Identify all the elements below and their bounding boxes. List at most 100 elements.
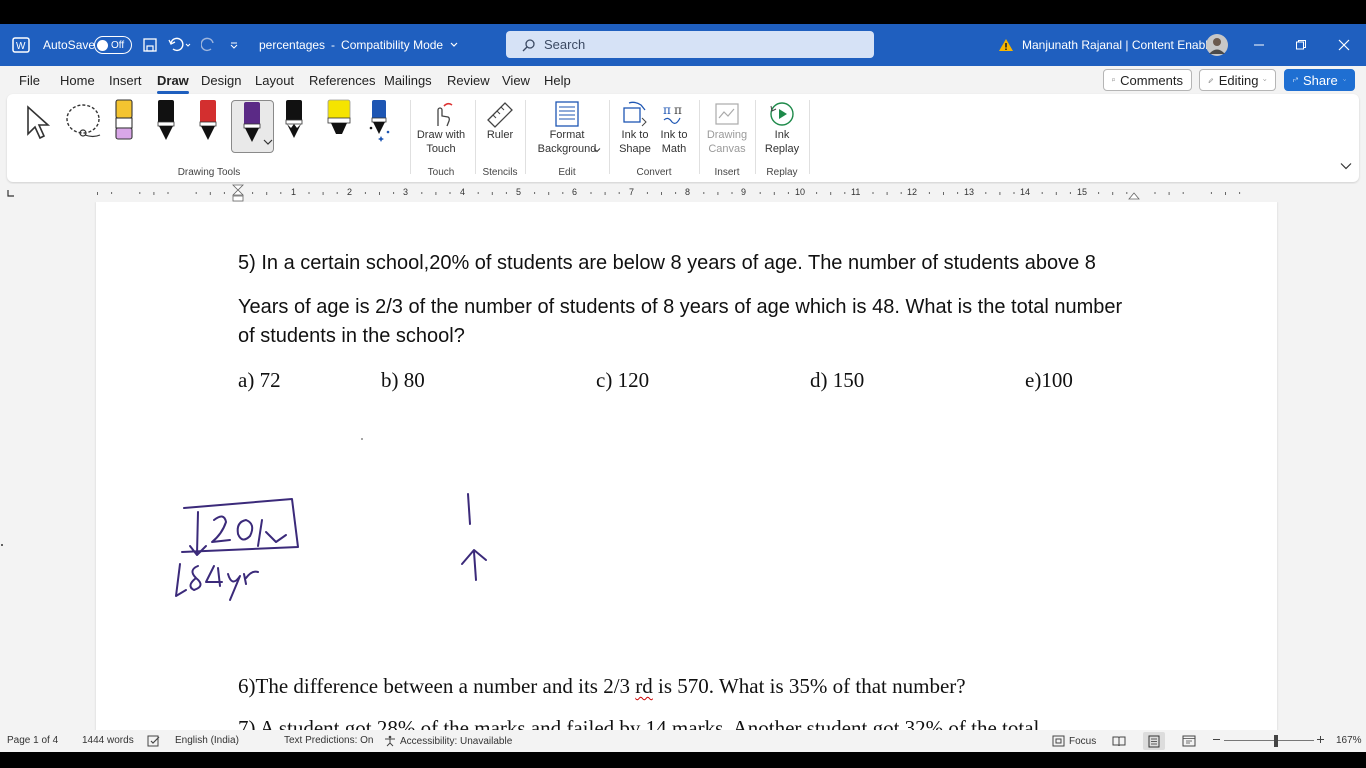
- tab-help[interactable]: Help: [544, 73, 571, 88]
- editing-button[interactable]: Editing: [1199, 69, 1276, 91]
- indent-marker-icon[interactable]: [232, 184, 244, 202]
- ink-down-arrow-stroke[interactable]: [189, 511, 207, 556]
- undo-icon[interactable]: [167, 24, 191, 66]
- autosave-toggle[interactable]: Off: [94, 24, 132, 66]
- user-name[interactable]: Manjunath Rajanal | Content Enablers: [1022, 24, 1225, 66]
- black-calligraphy-pen-icon[interactable]: [283, 98, 305, 142]
- ruler-number: 11: [851, 187, 861, 197]
- group-label-drawing-tools: Drawing Tools: [177, 167, 241, 178]
- group-label-edit: Edit: [558, 167, 576, 178]
- collapse-ribbon-chevron-icon[interactable]: [1340, 162, 1352, 170]
- drawing-canvas-button[interactable]: Drawing Canvas: [703, 100, 751, 156]
- draw-with-touch-button[interactable]: Draw with Touch: [411, 100, 471, 156]
- ink-handwriting-stroke[interactable]: [175, 563, 187, 597]
- ruler-tick: [252, 192, 254, 194]
- search-box[interactable]: Search: [506, 31, 874, 58]
- ruler-tick: [844, 192, 846, 194]
- ruler-number: 7: [629, 187, 635, 197]
- redo-icon[interactable]: [201, 24, 217, 66]
- tab-mailings[interactable]: Mailings: [384, 73, 432, 88]
- tab-view[interactable]: View: [502, 73, 530, 88]
- zoom-slider-thumb[interactable]: [1274, 735, 1278, 747]
- ruler-number: 9: [741, 187, 747, 197]
- proofing-icon[interactable]: [147, 735, 161, 747]
- select-tool-icon[interactable]: [23, 104, 53, 140]
- ink-up-arrow-stroke[interactable]: [461, 549, 487, 581]
- ruler-tick: [97, 192, 98, 195]
- ink-percent-stroke[interactable]: [257, 519, 287, 547]
- horizontal-ruler[interactable]: 1 2 3 4 5 6 7 8 9 10 11 12 13 14 15: [0, 184, 1366, 202]
- zoom-slider[interactable]: [1224, 740, 1314, 741]
- ink-annotations[interactable]: [0, 202, 1366, 730]
- close-icon[interactable]: [1323, 24, 1365, 66]
- comments-label: Comments: [1120, 72, 1183, 88]
- customize-toolbar-icon[interactable]: [229, 24, 239, 66]
- tab-file[interactable]: File: [19, 73, 40, 88]
- zoom-level[interactable]: 167%: [1336, 735, 1362, 746]
- ruler-tick: [505, 192, 507, 194]
- ink-handwriting-stroke[interactable]: [205, 565, 223, 587]
- avatar[interactable]: [1205, 24, 1229, 66]
- web-layout-icon[interactable]: [1182, 735, 1196, 747]
- ruler-tick: [153, 192, 155, 195]
- eraser-pen-icon[interactable]: [113, 98, 135, 142]
- format-background-label-2: Background: [537, 143, 597, 155]
- focus-button[interactable]: Focus: [1052, 735, 1096, 747]
- tab-design[interactable]: Design: [201, 73, 241, 88]
- minimize-icon[interactable]: [1238, 24, 1280, 66]
- page-count[interactable]: Page 1 of 4: [7, 735, 58, 746]
- purple-pen-icon[interactable]: [240, 100, 264, 150]
- tab-layout[interactable]: Layout: [255, 73, 294, 88]
- tab-insert[interactable]: Insert: [109, 73, 142, 88]
- document-area[interactable]: 5) In a certain school,20% of students a…: [0, 202, 1366, 730]
- ink-handwriting-stroke[interactable]: [227, 573, 241, 601]
- galaxy-pen-icon[interactable]: [367, 98, 391, 142]
- print-layout-icon[interactable]: [1143, 732, 1165, 750]
- language[interactable]: English (India): [175, 735, 239, 746]
- ink-vertical-line-stroke[interactable]: [467, 493, 471, 525]
- chevron-down-icon: [1342, 79, 1346, 81]
- black-pen-icon[interactable]: [155, 98, 177, 142]
- ruler-tick: [1182, 192, 1184, 194]
- ink-replay-button[interactable]: Ink Replay: [759, 100, 805, 156]
- comments-button[interactable]: Comments: [1103, 69, 1192, 91]
- ruler-tick: [590, 192, 592, 194]
- document-title[interactable]: percentages - Compatibility Mode: [259, 24, 459, 66]
- restore-icon[interactable]: [1280, 24, 1322, 66]
- right-indent-marker-icon[interactable]: [1128, 188, 1140, 200]
- tab-home[interactable]: Home: [60, 73, 95, 88]
- tab-references[interactable]: References: [309, 73, 375, 88]
- yellow-highlighter-icon[interactable]: [325, 98, 353, 142]
- zoom-out-icon[interactable]: [1212, 735, 1221, 744]
- word-count[interactable]: 1444 words: [82, 735, 134, 746]
- ink-to-math-button[interactable]: ππ Ink to Math: [653, 100, 695, 156]
- zoom-in-icon[interactable]: [1316, 735, 1325, 744]
- ruler-tick: [223, 192, 225, 194]
- word-logo-icon[interactable]: W: [12, 24, 30, 66]
- ink-digit-stroke[interactable]: [236, 519, 254, 541]
- share-icon: [1293, 77, 1298, 83]
- share-button[interactable]: Share: [1284, 69, 1355, 91]
- text-predictions[interactable]: Text Predictions: On: [284, 735, 373, 746]
- ruler-number: 8: [685, 187, 691, 197]
- warning-icon[interactable]: [998, 24, 1014, 66]
- ruler-button[interactable]: Ruler: [479, 100, 521, 142]
- lasso-select-icon[interactable]: [63, 102, 103, 140]
- tab-draw[interactable]: Draw: [157, 73, 189, 94]
- accessibility-status[interactable]: Accessibility: Unavailable: [384, 735, 512, 747]
- ink-to-shape-button[interactable]: Ink to Shape: [613, 100, 657, 156]
- ruler-tick: [449, 192, 451, 194]
- chevron-down-icon[interactable]: [593, 146, 601, 154]
- document-name: percentages: [259, 38, 326, 52]
- pen-options-chevron-icon[interactable]: [263, 138, 273, 146]
- ink-handwriting-stroke[interactable]: [189, 565, 202, 591]
- red-pen-icon[interactable]: [197, 98, 219, 142]
- ruler-tick: [308, 192, 310, 194]
- read-mode-icon[interactable]: [1112, 735, 1126, 747]
- ruler-tick: [477, 192, 479, 194]
- save-icon[interactable]: [142, 24, 158, 66]
- ink-digit-stroke[interactable]: [211, 515, 231, 543]
- ink-handwriting-stroke[interactable]: [243, 570, 259, 585]
- ink-box-stroke[interactable]: [181, 498, 299, 553]
- tab-review[interactable]: Review: [447, 73, 490, 88]
